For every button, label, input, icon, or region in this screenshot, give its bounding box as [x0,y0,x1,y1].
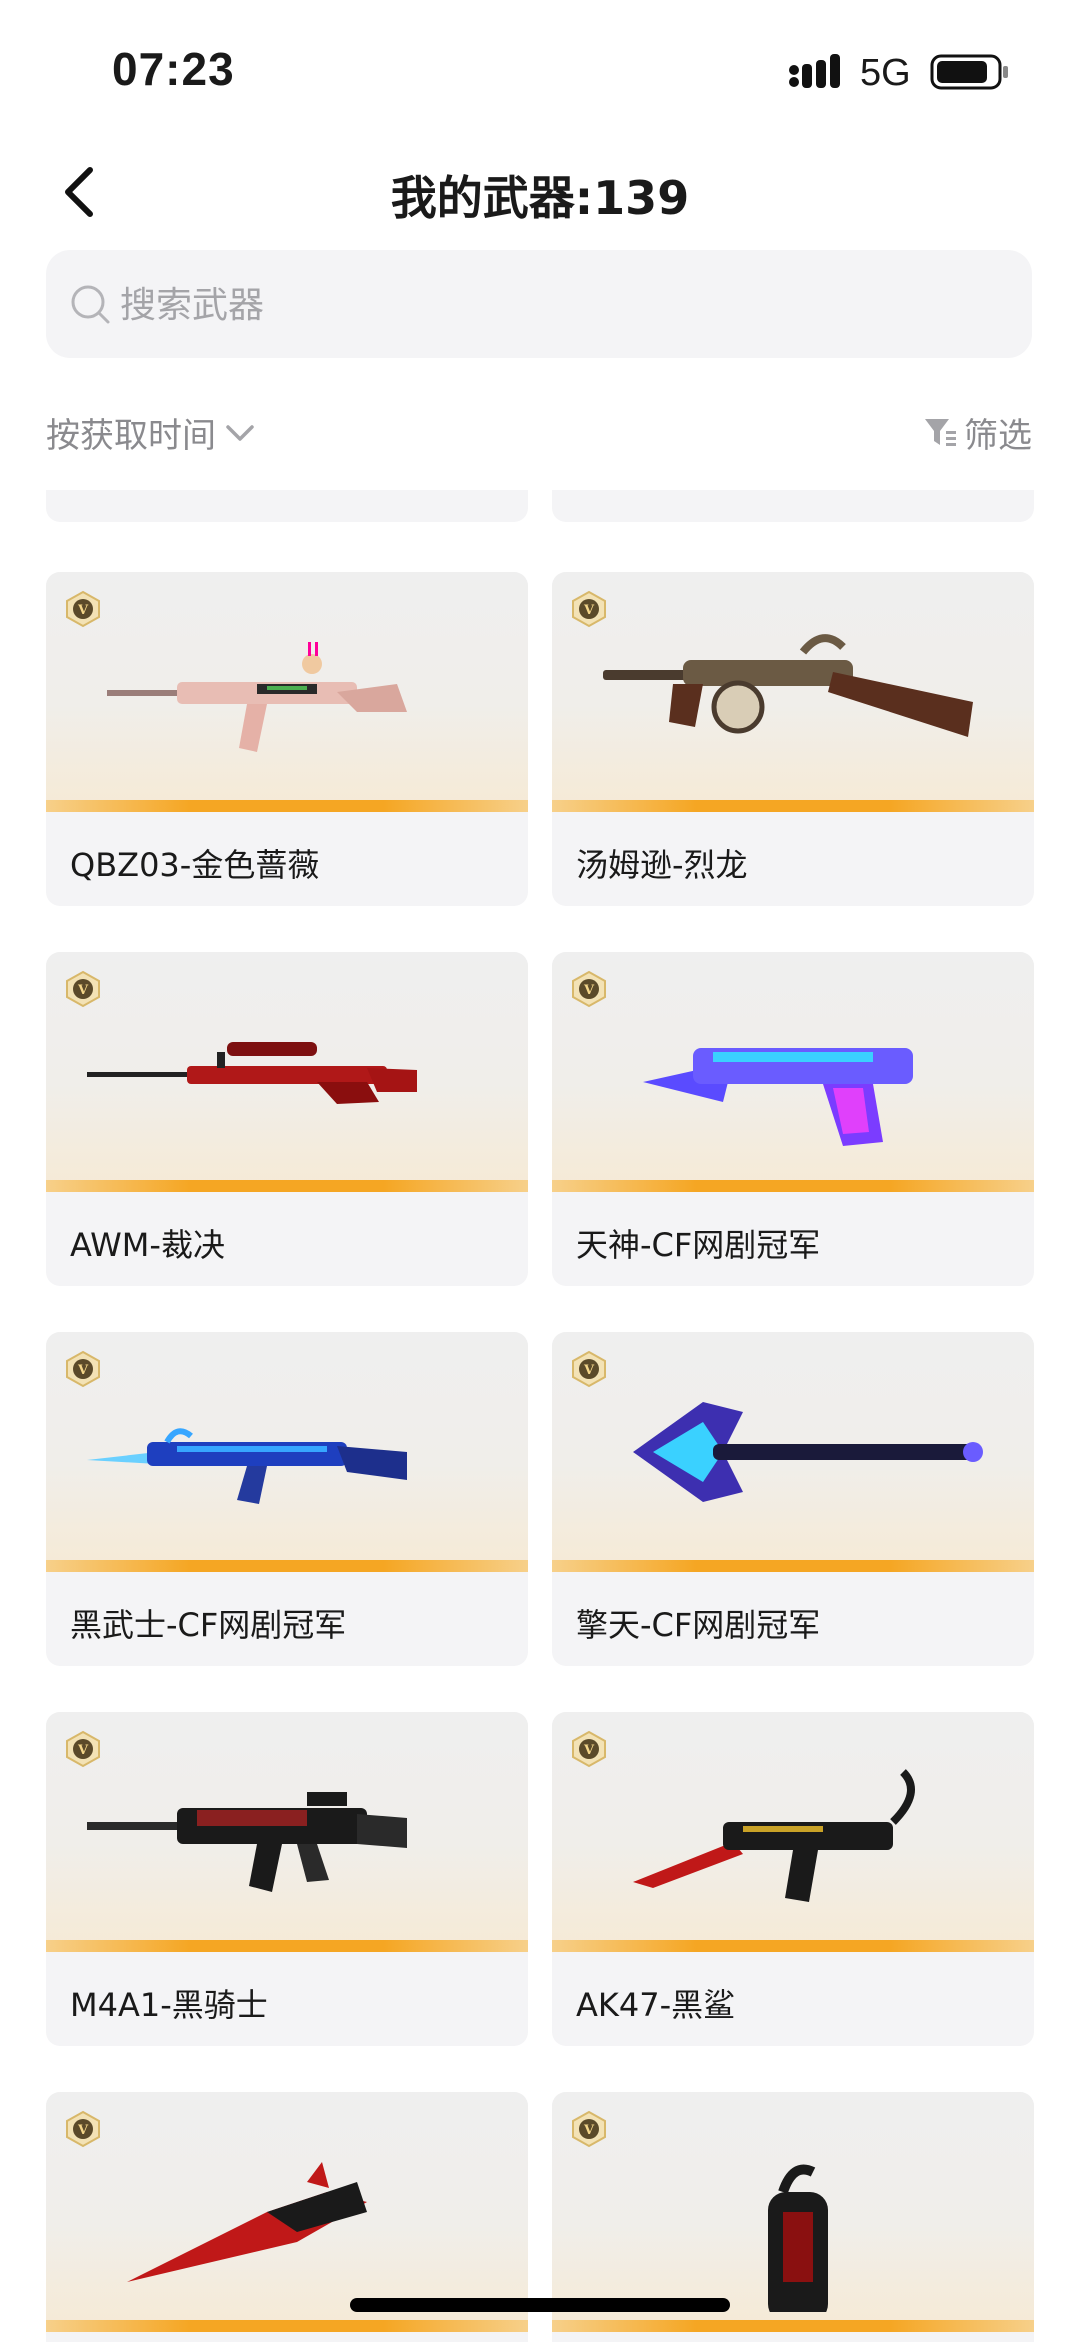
status-time: 07:23 [112,43,235,95]
v-badge-icon: V [66,1350,100,1388]
svg-text:V: V [77,1743,89,1758]
weapon-art [87,1792,407,1892]
weapon-card[interactable]: V 汤姆逊-烈龙 [552,572,1034,906]
v-badge-icon: V [66,1730,100,1768]
weapon-image: V [552,2092,1034,2332]
weapon-name: QBZ03-金色蔷薇 [70,846,320,884]
weapon-image: V [46,572,528,812]
rarity-bar [552,1560,1034,1572]
rarity-bar [552,1180,1034,1192]
weapon-name: 汤姆逊-烈龙 [576,846,748,884]
rarity-bar [46,1940,528,1952]
nav-bar: 我的武器:139 [0,140,1080,240]
v-badge-icon: V [66,590,100,628]
svg-text:V: V [583,603,595,618]
v-badge-icon: V [572,2110,606,2148]
weapon-card[interactable]: V AWM-裁决 [46,952,528,1286]
rarity-bar [552,2320,1034,2332]
rarity-bar [46,800,528,812]
svg-text:V: V [77,983,89,998]
sort-filter-row: 按获取时间 筛选 [0,400,1080,460]
svg-text:V: V [77,1363,89,1378]
partial-card-left[interactable] [46,490,528,522]
weapon-image: V [552,1332,1034,1572]
weapon-image: V [46,1332,528,1572]
search-icon [71,285,110,324]
rarity-bar [552,800,1034,812]
weapon-art [633,1769,915,1902]
filter-button[interactable]: 筛选 [922,408,1032,457]
weapon-name: 擎天-CF网剧冠军 [576,1606,821,1644]
page-title: 我的武器:139 [390,171,690,225]
v-badge-icon: V [572,1730,606,1768]
weapon-card[interactable]: V AK47-黑鲨 [552,1712,1034,2046]
svg-text:V: V [583,1743,595,1758]
weapon-card[interactable]: V 擎天-CF网剧冠军 [552,1332,1034,1666]
weapon-card[interactable]: V 天神-CF网剧冠军 [552,952,1034,1286]
filter-label: 筛选 [964,416,1032,456]
status-bar: 07:23 5G [0,0,1080,130]
weapon-art [643,1048,913,1146]
search-box[interactable] [46,250,1032,360]
weapon-art [87,1428,407,1504]
network-type: 5G [860,52,911,94]
svg-text:V: V [583,1363,595,1378]
weapon-image: V [552,952,1034,1192]
partial-card-right[interactable] [552,490,1034,522]
weapon-image: V [46,1712,528,1952]
rarity-bar [46,1560,528,1572]
weapon-name: M4A1-黑骑士 [70,1986,268,2024]
weapon-name: AK47-黑鲨 [576,1986,736,2024]
weapon-name: 黑武士-CF网剧冠军 [70,1606,347,1644]
v-badge-icon: V [572,590,606,628]
v-badge-icon: V [66,2110,100,2148]
signal-icon [789,54,840,88]
rarity-bar [46,2320,528,2332]
filter-icon [925,418,956,446]
weapon-card[interactable]: V QBZ03-金色蔷薇 [46,572,528,906]
weapon-image: V [552,1712,1034,1952]
weapon-image: V [46,2092,528,2332]
svg-text:V: V [583,983,595,998]
search-input[interactable] [118,250,1002,360]
chevron-down-icon [226,424,254,441]
sort-dropdown[interactable]: 按获取时间 [46,408,258,457]
weapon-art [633,1402,983,1502]
weapon-image: V [46,952,528,1192]
weapon-card[interactable]: V M4A1-黑骑士 [46,1712,528,2046]
v-badge-icon: V [572,1350,606,1388]
weapon-art [107,642,407,752]
weapon-art [127,2162,367,2282]
rarity-bar [552,1940,1034,1952]
weapon-name: 天神-CF网剧冠军 [576,1226,821,1264]
weapon-name: AWM-裁决 [70,1226,225,1264]
svg-text:V: V [77,603,89,618]
weapon-art [87,1042,417,1104]
battery-icon [930,54,1008,90]
weapon-card[interactable]: V 黑武士-CF网剧冠军 [46,1332,528,1666]
weapon-image: V [552,572,1034,812]
weapon-art [768,2164,828,2312]
rarity-bar [46,1180,528,1192]
v-badge-icon: V [572,970,606,1008]
weapon-art [603,634,973,737]
sort-label: 按获取时间 [46,416,216,456]
svg-text:V: V [583,2123,595,2138]
v-badge-icon: V [66,970,100,1008]
svg-text:V: V [77,2123,89,2138]
home-indicator [350,2298,730,2312]
